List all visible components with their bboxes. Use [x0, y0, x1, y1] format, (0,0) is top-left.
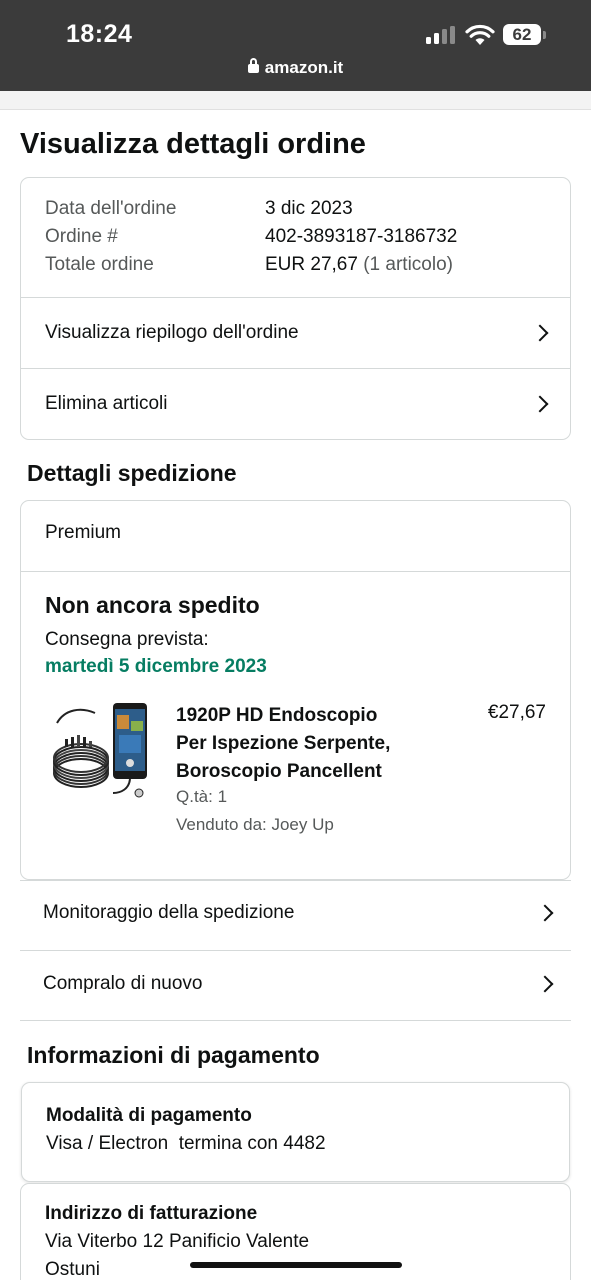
chevron-right-icon — [531, 324, 549, 342]
product-title-line: Boroscopio Pancellent — [176, 761, 382, 782]
billing-address-city: Ostuni — [45, 1259, 100, 1280]
status-bar: 18:24 62 amazon.it — [0, 0, 591, 91]
order-total-label: Totale ordine — [45, 254, 154, 275]
order-date-label: Data dell'ordine — [45, 198, 177, 219]
order-summary-link-label: Visualizza riepilogo dell'ordine — [45, 322, 299, 343]
wifi-icon — [465, 24, 495, 45]
lock-icon — [247, 58, 259, 73]
product-quantity: Q.tà: 1 — [176, 787, 228, 806]
order-summary-card: Data dell'ordine 3 dic 2023 Ordine # 402… — [20, 177, 571, 440]
order-date-value: 3 dic 2023 — [265, 198, 353, 219]
url-text: amazon.it — [264, 58, 344, 77]
product-price: €27,67 — [487, 702, 546, 723]
home-indicator[interactable] — [190, 1262, 402, 1268]
track-shipment-link[interactable]: Monitoraggio della spedizione — [0, 878, 591, 948]
shipment-status: Non ancora spedito — [45, 592, 260, 618]
billing-address-label: Indirizzo di fatturazione — [45, 1203, 258, 1224]
chevron-right-icon — [536, 975, 554, 993]
divider — [20, 1020, 571, 1021]
product-seller: Venduto da: Joey Up — [176, 815, 334, 834]
product-title-line: Per Ispezione Serpente, — [176, 733, 391, 754]
order-item-count: (1 articolo) — [363, 254, 453, 275]
shipping-heading: Dettagli spedizione — [27, 460, 237, 486]
product-title-line: 1920P HD Endoscopio — [176, 705, 378, 726]
payment-method-label: Modalità di pagamento — [46, 1105, 252, 1126]
buy-again-link[interactable]: Compralo di nuovo — [0, 949, 591, 1019]
product-image[interactable] — [51, 701, 151, 805]
delivery-date: martedì 5 dicembre 2023 — [45, 656, 267, 677]
order-total-amount: EUR 27,67 — [265, 254, 358, 275]
clock: 18:24 — [66, 20, 133, 48]
order-total-value: EUR 27,67 (1 articolo) — [265, 254, 453, 276]
chevron-right-icon — [531, 395, 549, 413]
buy-again-label: Compralo di nuovo — [43, 973, 203, 994]
shipping-card: Premium Non ancora spedito Consegna prev… — [20, 500, 571, 880]
product-title[interactable]: 1920P HD Endoscopio Per Ispezione Serpen… — [176, 702, 390, 786]
payment-method-value: Visa / Electron termina con 4482 — [46, 1133, 326, 1154]
track-shipment-label: Monitoraggio della spedizione — [43, 902, 295, 923]
order-number-label: Ordine # — [45, 226, 118, 247]
cellular-signal-icon — [426, 26, 456, 44]
payment-method-card: Modalità di pagamento Visa / Electron te… — [21, 1082, 570, 1182]
battery-tip — [543, 31, 546, 39]
url-bar[interactable]: amazon.it — [0, 58, 591, 78]
shipping-service: Premium — [45, 522, 122, 543]
payment-heading: Informazioni di pagamento — [27, 1042, 320, 1068]
delete-items-link[interactable]: Elimina articoli — [21, 369, 570, 439]
order-number-value: 402-3893187-3186732 — [265, 226, 458, 247]
chevron-right-icon — [536, 904, 554, 922]
battery-icon: 62 — [503, 24, 541, 45]
page-title: Visualizza dettagli ordine — [20, 128, 366, 160]
order-summary-link[interactable]: Visualizza riepilogo dell'ordine — [21, 298, 570, 368]
delivery-label: Consegna prevista: — [45, 629, 209, 650]
delete-items-link-label: Elimina articoli — [45, 393, 168, 414]
billing-address-line: Via Viterbo 12 Panificio Valente — [45, 1231, 310, 1252]
divider — [21, 571, 570, 572]
header-strip — [0, 91, 591, 110]
